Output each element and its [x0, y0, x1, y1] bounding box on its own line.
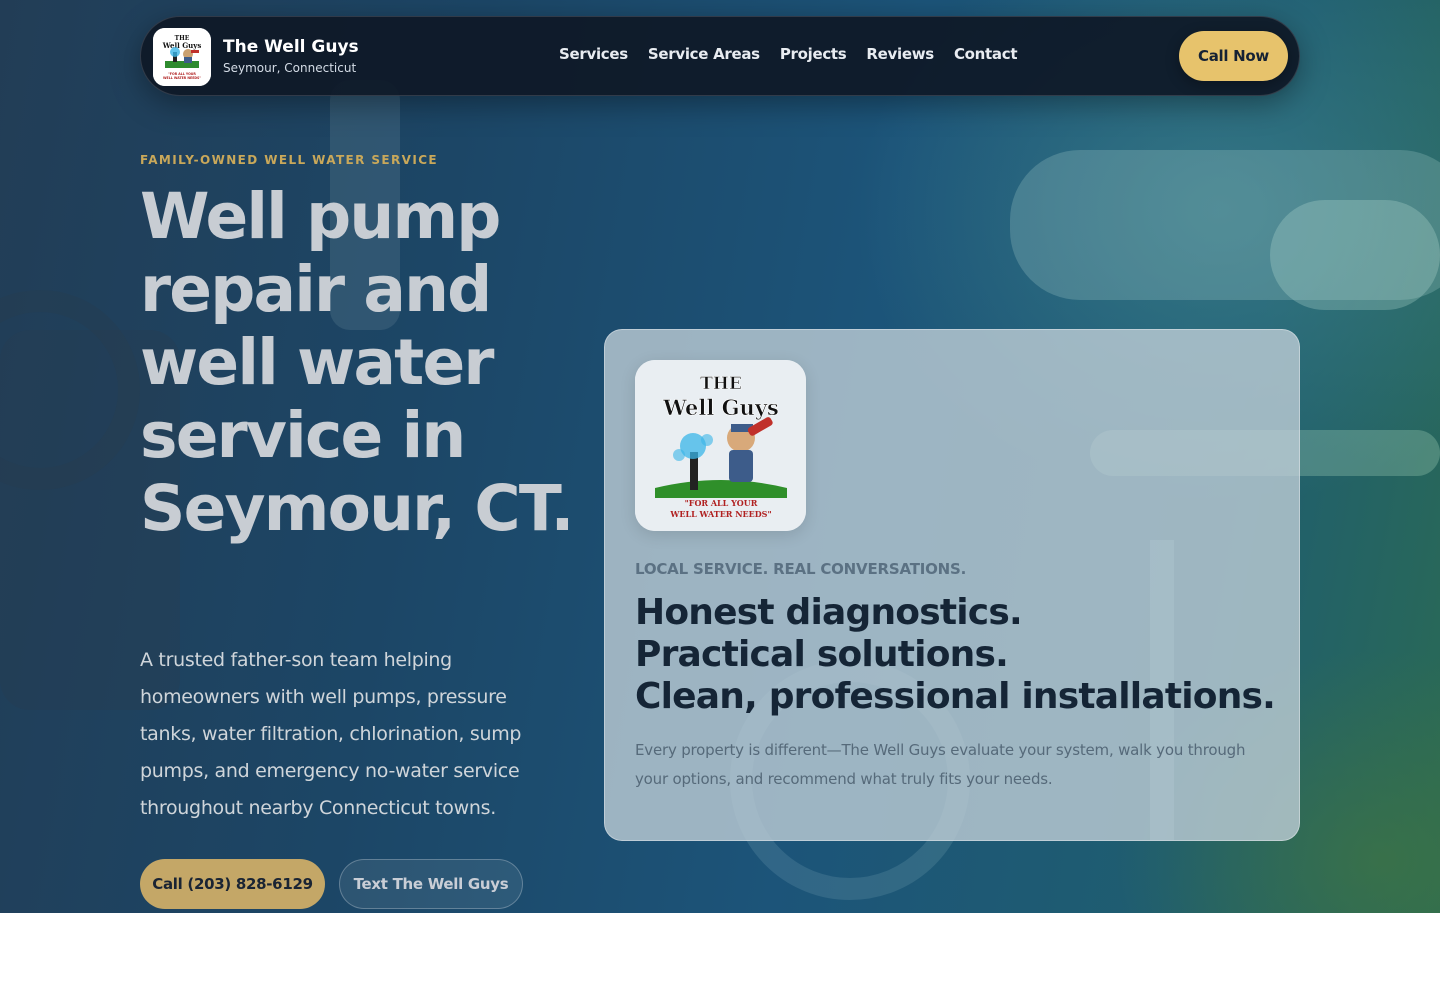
call-phone-button[interactable]: Call (203) 828-6129	[140, 859, 325, 909]
svg-text:Well Guys: Well Guys	[162, 41, 202, 50]
hero-section: THE Well Guys "FOR ALL YOUR WELL WATER N…	[0, 0, 1440, 913]
card-headline-line: Honest diagnostics.	[635, 592, 1023, 633]
value-card: THE Well Guys "FOR ALL YOUR WELL WATER N…	[604, 329, 1300, 841]
card-headline-line: Clean, professional installations.	[635, 676, 1276, 717]
brand-logo[interactable]: THE Well Guys "FOR ALL YOUR WELL WATER N…	[153, 28, 211, 86]
svg-text:Well Guys: Well Guys	[662, 395, 779, 420]
brand-location: Seymour, Connecticut	[223, 61, 357, 75]
card-eyebrow: LOCAL SERVICE. REAL CONVERSATIONS.	[635, 560, 967, 578]
call-now-button[interactable]: Call Now	[1179, 31, 1288, 81]
text-us-button[interactable]: Text The Well Guys	[339, 859, 523, 909]
svg-text:WELL WATER NEEDS": WELL WATER NEEDS"	[163, 76, 201, 80]
nav-link-service-areas[interactable]: Service Areas	[648, 45, 760, 63]
card-logo: THE Well Guys "FOR ALL YOUR WELL WATER N…	[635, 360, 806, 531]
svg-text:WELL WATER NEEDS": WELL WATER NEEDS"	[669, 509, 771, 519]
nav-link-contact[interactable]: Contact	[954, 45, 1018, 63]
background-pipe	[1270, 200, 1440, 310]
svg-text:THE: THE	[700, 374, 742, 394]
card-headline-line: Practical solutions.	[635, 634, 1009, 675]
card-headline: Honest diagnostics. Practical solutions.…	[635, 592, 1285, 718]
card-body: Every property is different—The Well Guy…	[635, 741, 1246, 788]
nav-link-reviews[interactable]: Reviews	[866, 45, 934, 63]
brand-name[interactable]: The Well Guys	[223, 37, 359, 57]
hero-lead: A trusted father-son team helping homeow…	[140, 649, 522, 819]
hero-eyebrow: FAMILY-OWNED WELL WATER SERVICE	[140, 153, 439, 167]
nav-link-services[interactable]: Services	[559, 45, 628, 63]
site-header: THE Well Guys "FOR ALL YOUR WELL WATER N…	[140, 16, 1300, 96]
svg-text:"FOR ALL YOUR: "FOR ALL YOUR	[685, 498, 758, 508]
nav-link-projects[interactable]: Projects	[780, 45, 847, 63]
main-nav: Services Service Areas Projects Reviews …	[559, 45, 1017, 63]
hero-headline: Well pump repair and well water service …	[140, 180, 574, 545]
